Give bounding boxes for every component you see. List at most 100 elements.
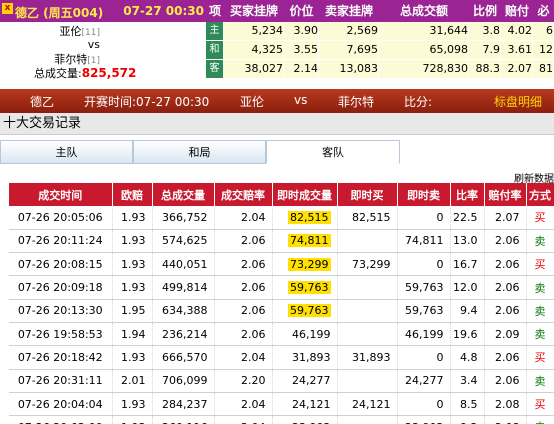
- odds-cell-price: 3.55: [284, 41, 319, 59]
- table-cell: 59,763: [272, 299, 338, 323]
- table-cell: 74,811: [397, 229, 451, 254]
- odds-col-header: 必指: [537, 4, 550, 40]
- table-cell: 卖: [526, 229, 554, 254]
- tab-draw[interactable]: 和局: [133, 140, 266, 164]
- tab-home[interactable]: 主队: [0, 140, 133, 164]
- table-cell: 82,515: [337, 206, 398, 230]
- table-cell: 2.04: [214, 345, 273, 370]
- table-cell: 2.04: [214, 392, 273, 417]
- table-cell: 2.06: [214, 252, 273, 277]
- table-cell: 440,051: [152, 252, 215, 277]
- table-cell: 2.09: [484, 322, 527, 347]
- odds-cell-sell: 7,695: [319, 41, 379, 59]
- table-cell: 73,299: [337, 252, 398, 277]
- table-cell: 366,752: [152, 206, 215, 230]
- odds-cell-sell: 2,569: [319, 22, 379, 40]
- table-cell: 666,570: [152, 345, 215, 370]
- table-row: 07-26 20:02:001.93260,1162.0423,90223,90…: [9, 415, 554, 424]
- table-cell: 31,893: [337, 345, 398, 370]
- table-cell: 买: [526, 206, 554, 230]
- table-cell: 2.08: [484, 392, 527, 417]
- table-row: 07-26 20:05:06 1.93 366,752 2.04 82,515 82,51…: [9, 206, 554, 230]
- column-header: 即时买: [337, 183, 398, 206]
- table-row: 07-26 20:13:30 1.95 634,388 2.06 59,763 59,76…: [9, 299, 554, 323]
- home-rank: [11]: [81, 28, 100, 38]
- table-cell: 46,199: [272, 322, 338, 347]
- odds-cell-total: 31,644: [379, 22, 469, 40]
- match-header-bar: x 德乙 (周五004) 07-27 00:30: [0, 0, 206, 22]
- column-header: 赔付率: [484, 183, 527, 206]
- odds-cell-ratio: 3.8: [469, 22, 501, 40]
- vs-text: vs: [294, 93, 308, 107]
- table-cell: 260,116: [152, 415, 215, 424]
- odds-cell-tag: 主: [206, 22, 224, 40]
- odds-cell-total: 65,098: [379, 41, 469, 59]
- table-cell: 卖: [526, 415, 554, 424]
- odds-col-header: 卖家挂牌: [324, 4, 373, 18]
- table-cell: 3.4: [450, 369, 485, 393]
- match-summary: x 德乙 (周五004) 07-27 00:30 亚伦[11] vs 菲尔特[1…: [0, 0, 554, 80]
- table-cell: 07-26 19:58:53: [9, 322, 113, 347]
- table-cell: 2.06: [214, 322, 273, 347]
- table-cell: 0: [397, 345, 451, 370]
- table-row: 07-26 20:09:18 1.93 499,814 2.06 59,763 59,76…: [9, 275, 554, 300]
- column-header: 成交赔率: [214, 183, 273, 206]
- table-cell: 24,277: [272, 369, 338, 393]
- table-cell: 9.4: [450, 299, 485, 323]
- table-cell: 1.93: [112, 392, 153, 417]
- table-cell: 买: [526, 345, 554, 370]
- table-cell: 24,121: [337, 392, 398, 417]
- table-cell: 82,515: [272, 206, 338, 230]
- table-cell: 13.0: [450, 229, 485, 254]
- score-label: 比分:: [404, 95, 433, 109]
- odds-cell-payout: 4.02: [501, 22, 533, 40]
- table-cell: [337, 275, 398, 300]
- table-cell: 284,237: [152, 392, 215, 417]
- home-team-name: 亚伦: [240, 95, 265, 109]
- table-cell: 19.6: [450, 322, 485, 347]
- table-cell: 16.7: [450, 252, 485, 277]
- table-cell: 卖: [526, 369, 554, 393]
- table-cell: 23,902: [397, 415, 451, 424]
- table-cell: 1.93: [112, 345, 153, 370]
- odds-cell-idx: 81: [533, 60, 554, 78]
- table-cell: 2.08: [484, 415, 527, 424]
- table-cell: 9.2: [450, 415, 485, 424]
- table-cell: 1.93: [112, 252, 153, 277]
- table-cell: 24,277: [397, 369, 451, 393]
- table-cell: 46,199: [397, 322, 451, 347]
- league-label: 德乙 (周五004): [15, 6, 104, 20]
- odds-cell-idx: 6: [533, 22, 554, 40]
- table-cell: 1.94: [112, 322, 153, 347]
- table-cell: 24,121: [272, 392, 338, 417]
- odds-cell-buy: 4,325: [224, 41, 284, 59]
- column-header: 比率: [450, 183, 485, 206]
- column-header: 成交时间: [9, 183, 113, 206]
- odds-cell-total: 728,830: [379, 60, 469, 78]
- table-cell: 07-26 20:31:11: [9, 369, 113, 393]
- team-tabs: 主队 和局 客队: [0, 140, 400, 164]
- table-cell: [337, 415, 398, 424]
- table-cell: 卖: [526, 322, 554, 347]
- tab-away[interactable]: 客队: [266, 140, 400, 164]
- table-cell: 23,902: [272, 415, 338, 424]
- detail-link[interactable]: 标盘明细: [494, 93, 542, 110]
- odds-col-header: 价位: [289, 4, 314, 18]
- table-cell: 2.06: [214, 299, 273, 323]
- table-cell: 1.93: [112, 275, 153, 300]
- table-row: 07-26 20:08:15 1.93 440,051 2.06 73,299 73,29…: [9, 252, 554, 277]
- table-cell: 499,814: [152, 275, 215, 300]
- kickoff-time: 开赛时间:07-27 00:30: [84, 95, 210, 109]
- table-cell: 卖: [526, 275, 554, 300]
- odds-cell-sell: 13,083: [319, 60, 379, 78]
- close-icon[interactable]: x: [2, 3, 13, 14]
- odds-col-header: 总成交额: [399, 4, 448, 18]
- odds-col-header: 赔付率: [504, 4, 529, 40]
- table-cell: 2.06: [484, 369, 527, 393]
- highlighted-volume: 74,811: [288, 234, 331, 248]
- table-cell: 2.20: [214, 369, 273, 393]
- odds-cell-idx: 12: [533, 41, 554, 59]
- league-name: 德乙: [30, 95, 55, 109]
- table-cell: 0: [397, 392, 451, 417]
- table-cell: 07-26 20:05:06: [9, 206, 113, 230]
